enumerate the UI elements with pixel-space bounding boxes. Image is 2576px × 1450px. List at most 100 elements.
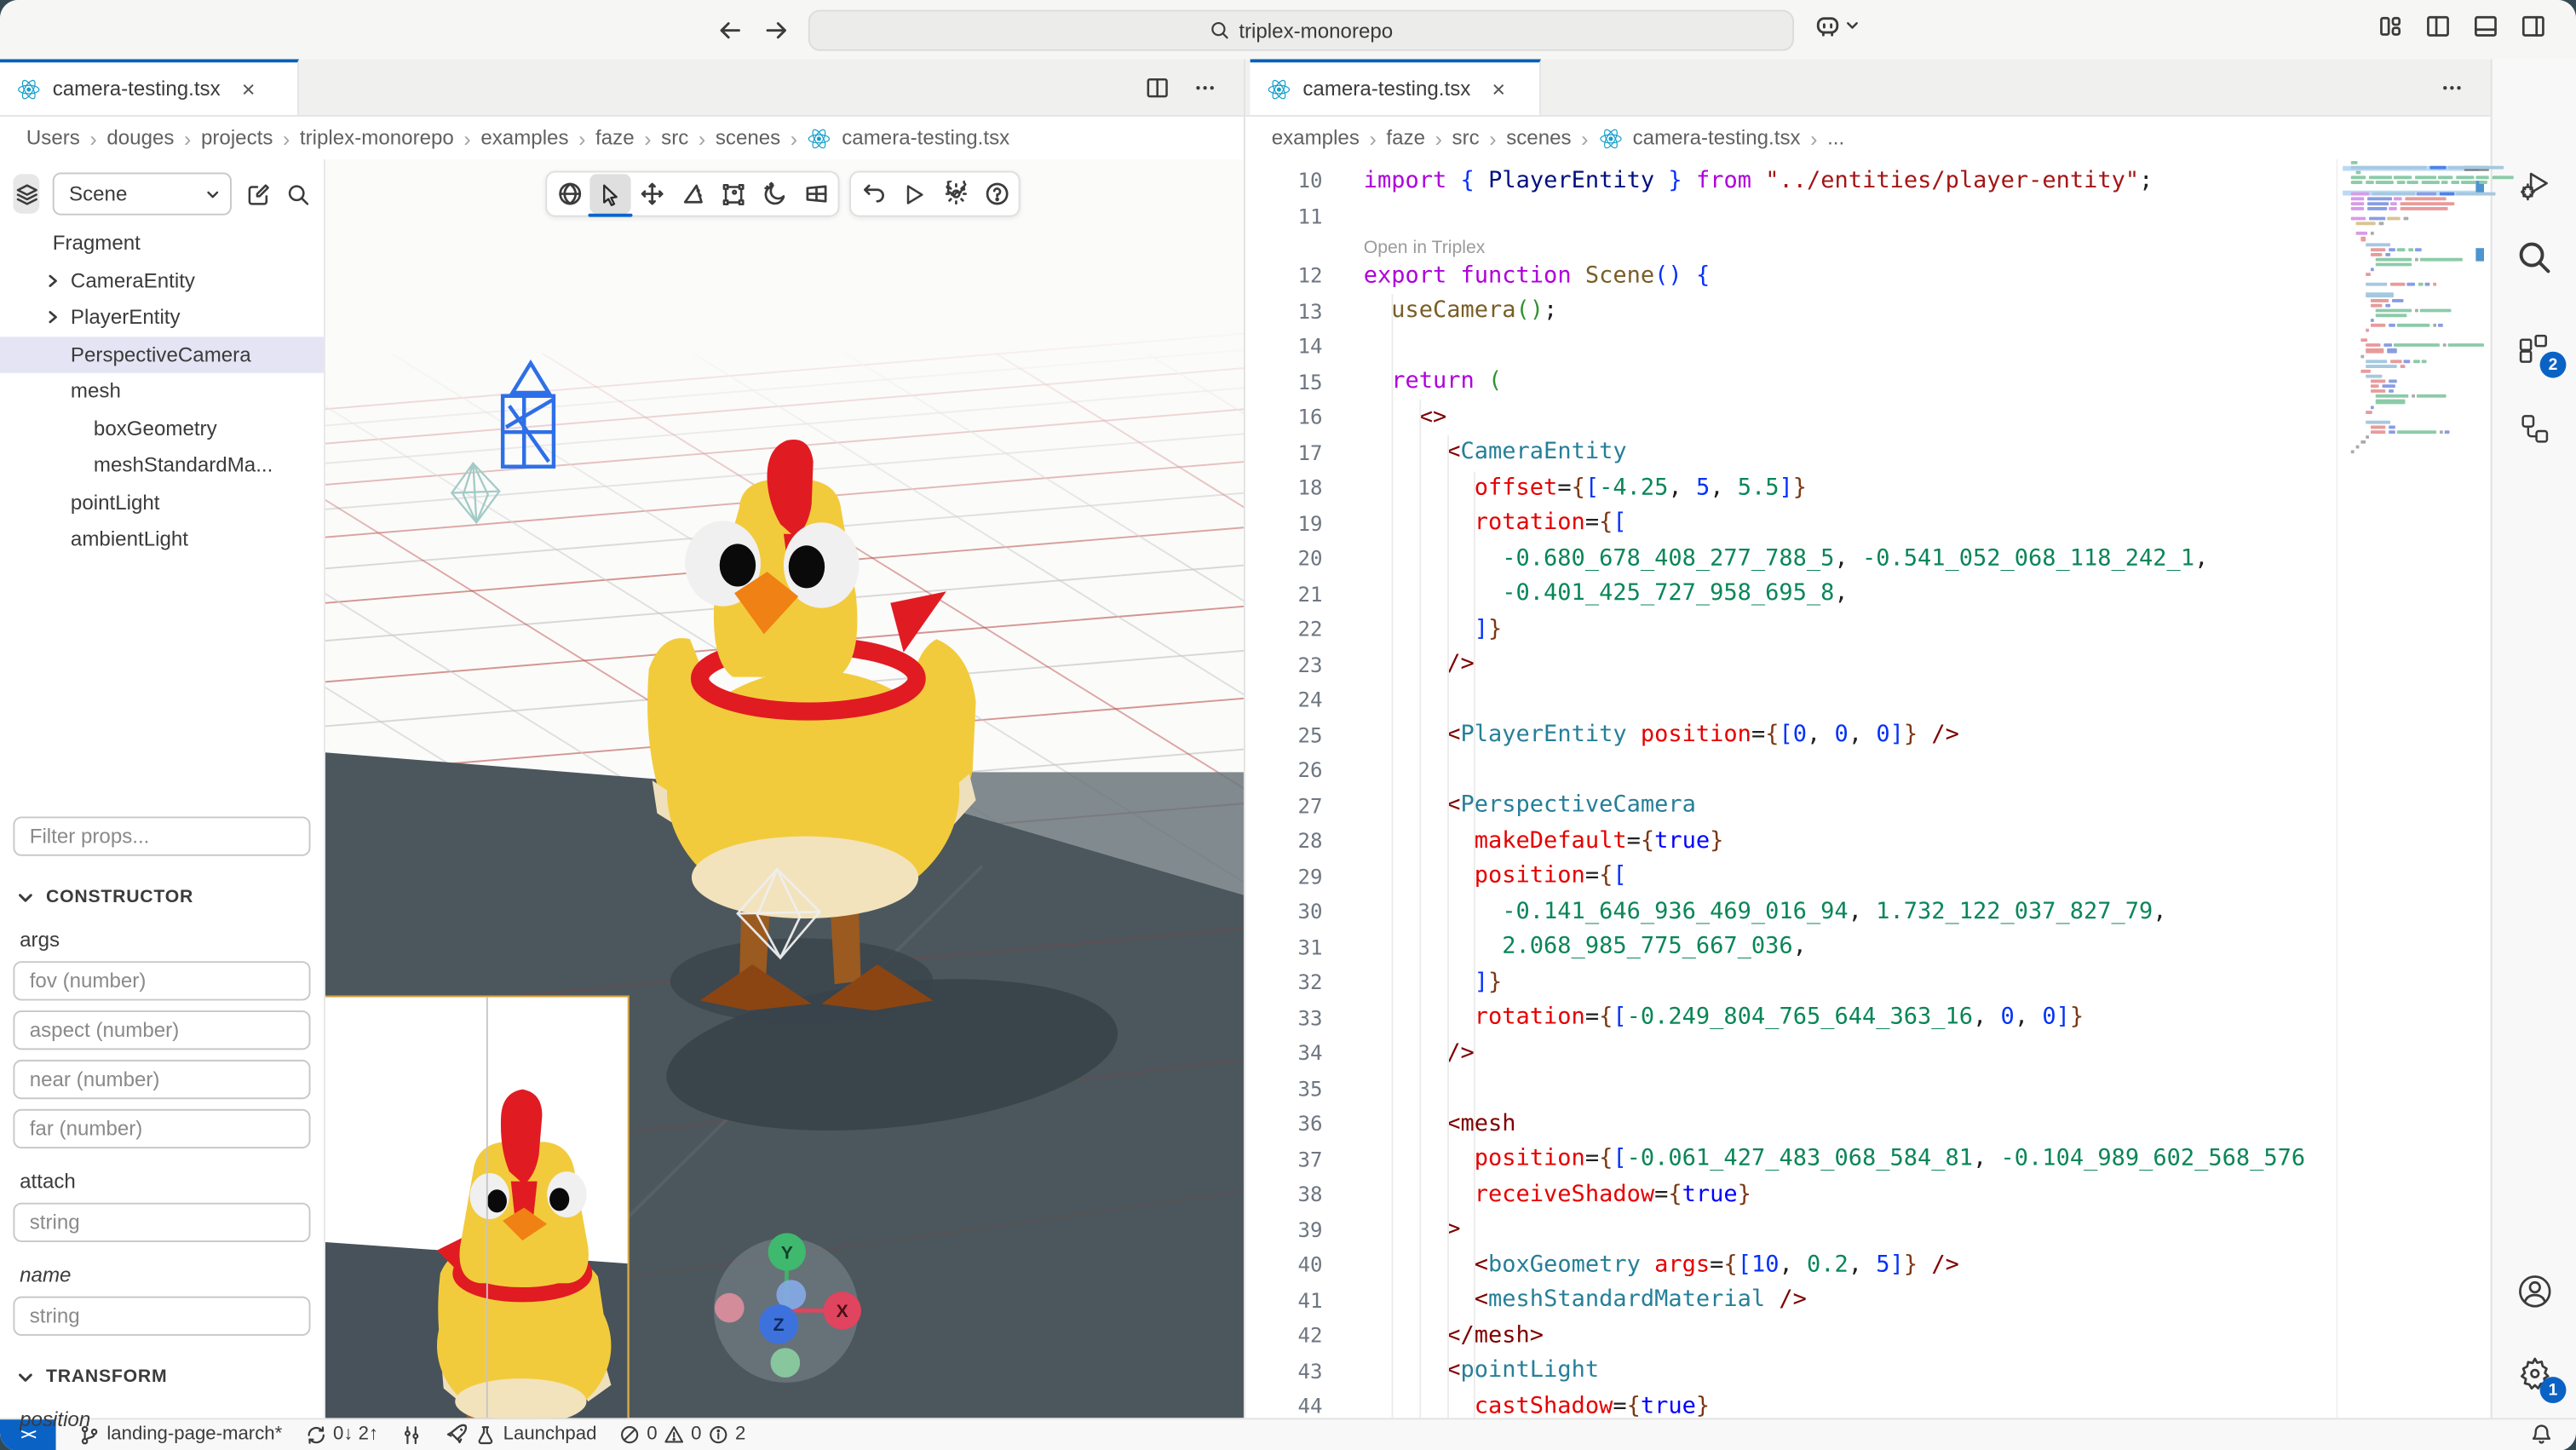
code-line[interactable]: 41 <meshStandardMaterial /> xyxy=(1245,1282,2337,1317)
close-window-button[interactable] xyxy=(16,19,37,40)
breadcrumb-item[interactable]: faze xyxy=(1386,126,1425,149)
cursor-tool-button[interactable] xyxy=(589,174,630,213)
globe-tool-button[interactable] xyxy=(549,174,589,213)
problems-status[interactable]: 0 0 2 xyxy=(619,1424,745,1445)
tab-camera-testing-right[interactable]: camera-testing.tsx × xyxy=(1251,59,1541,115)
code-line[interactable]: 21 -0.401_425_727_958_695_8, xyxy=(1245,576,2337,611)
prop-input-fov[interactable]: fov (number) xyxy=(13,961,310,1000)
code-line[interactable]: 25 <PlayerEntity position={[0, 0, 0]} /> xyxy=(1245,717,2337,752)
minimize-window-button[interactable] xyxy=(49,19,71,40)
more-actions-icon[interactable] xyxy=(2440,75,2464,100)
breadcrumb-symbol[interactable]: ... xyxy=(1827,126,1844,149)
settings-button[interactable]: 1 xyxy=(2493,1341,2576,1407)
code-line[interactable]: 35 xyxy=(1245,1070,2337,1105)
code-line[interactable]: 32 ]} xyxy=(1245,964,2337,999)
moon-tool-button[interactable] xyxy=(754,174,795,213)
chevron-right-icon[interactable] xyxy=(44,309,60,325)
breadcrumb-item[interactable]: scenes xyxy=(1506,126,1571,149)
chevron-right-icon[interactable] xyxy=(44,273,60,289)
code-line[interactable]: 40 <boxGeometry args={[10, 0.2, 5]} /> xyxy=(1245,1247,2337,1282)
axis-neg-x-handle[interactable] xyxy=(715,1293,745,1323)
tree-item-fragment[interactable]: Fragment xyxy=(0,225,324,262)
prop-input-near[interactable]: near (number) xyxy=(13,1060,310,1099)
search-view-button[interactable] xyxy=(2493,223,2576,289)
props-section-header[interactable]: TRANSFORM xyxy=(16,1367,310,1387)
code-line[interactable]: 34 /> xyxy=(1245,1035,2337,1070)
props-section-header[interactable]: CONSTRUCTOR xyxy=(16,887,310,906)
code-line[interactable]: 22 ]} xyxy=(1245,611,2337,646)
close-tab-icon[interactable]: × xyxy=(242,76,256,102)
more-actions-icon[interactable] xyxy=(1193,75,1217,100)
close-tab-icon[interactable]: × xyxy=(1492,76,1505,102)
hierarchy-view-button[interactable] xyxy=(2493,396,2576,462)
breadcrumb-item[interactable]: src xyxy=(661,126,688,149)
scale-tool-button[interactable] xyxy=(713,174,754,213)
tree-item-playerentity[interactable]: PlayerEntity xyxy=(0,299,324,336)
extensions-button[interactable]: 2 xyxy=(2493,315,2576,381)
breadcrumb-item[interactable]: examples xyxy=(480,126,568,149)
edit-scene-button[interactable] xyxy=(244,174,271,213)
code-line[interactable]: 11 xyxy=(1245,198,2337,233)
code-line[interactable]: 27 <PerspectiveCamera xyxy=(1245,788,2337,823)
split-editor-icon[interactable] xyxy=(1145,75,1170,100)
tree-item-boxgeometry[interactable]: boxGeometry xyxy=(0,410,324,446)
code-line[interactable]: 33 rotation={[-0.249_804_765_644_363_16,… xyxy=(1245,1000,2337,1035)
tab-camera-testing-left[interactable]: camera-testing.tsx × xyxy=(0,59,299,115)
launchpad-status[interactable]: Launchpad xyxy=(446,1423,596,1446)
code-line[interactable]: 26 xyxy=(1245,752,2337,787)
code-line[interactable]: 28 makeDefault={true} xyxy=(1245,823,2337,858)
code-line[interactable]: 39 > xyxy=(1245,1211,2337,1246)
pipeline-status[interactable] xyxy=(401,1424,423,1445)
3d-viewport[interactable]: Y X Z xyxy=(325,159,1244,1417)
code-line[interactable]: 23 /> xyxy=(1245,647,2337,682)
scene-select[interactable]: Scene xyxy=(53,172,232,215)
search-input[interactable]: triplex-monorepo xyxy=(808,10,1794,51)
code-line[interactable]: 10import { PlayerEntity } from "../entit… xyxy=(1245,163,2337,198)
account-button[interactable] xyxy=(2493,1258,2576,1324)
code-line[interactable]: 44 castShadow={true} xyxy=(1245,1389,2337,1418)
tree-item-pointlight[interactable]: pointLight xyxy=(0,484,324,521)
tree-item-cameraentity[interactable]: CameraEntity xyxy=(0,262,324,299)
sidebar-right-icon[interactable] xyxy=(2520,13,2546,39)
codelens-open-in-triplex[interactable]: Open in Triplex xyxy=(1245,233,2337,258)
breadcrumb-item[interactable]: douges xyxy=(106,126,174,149)
run-and-debug-button[interactable] xyxy=(2493,151,2576,216)
tree-item-meshstandardma[interactable]: meshStandardMa... xyxy=(0,447,324,484)
axis-neg-y-handle[interactable] xyxy=(770,1348,800,1378)
breadcrumb-file[interactable]: camera-testing.tsx xyxy=(842,126,1009,149)
breadcrumb-item[interactable]: src xyxy=(1452,126,1480,149)
code-line[interactable]: 19 rotation={[ xyxy=(1245,505,2337,540)
code-line[interactable]: 20 -0.680_678_408_277_788_5, -0.541_052_… xyxy=(1245,540,2337,575)
code-line[interactable]: 16 <> xyxy=(1245,400,2337,434)
code-area[interactable]: 10import { PlayerEntity } from "../entit… xyxy=(1245,159,2337,1417)
breadcrumb[interactable]: examples›faze›src›scenes›camera-testing.… xyxy=(1245,117,2491,159)
camera-preview[interactable] xyxy=(325,996,630,1418)
code-line[interactable]: 43 <pointLight xyxy=(1245,1353,2337,1388)
code-line[interactable]: 15 return ( xyxy=(1245,364,2337,399)
code-line[interactable]: 30 -0.141_646_936_469_016_94, 1.732_122_… xyxy=(1245,894,2337,929)
customize-layout-icon[interactable] xyxy=(2378,13,2404,39)
breadcrumb-file[interactable]: camera-testing.tsx xyxy=(1633,126,1801,149)
code-line[interactable]: 13 useCamera(); xyxy=(1245,293,2337,328)
grid-tool-button[interactable] xyxy=(795,174,836,213)
breadcrumb-item[interactable]: projects xyxy=(201,126,273,149)
panel-bottom-icon[interactable] xyxy=(2472,13,2498,39)
code-line[interactable]: 38 receiveShadow={true} xyxy=(1245,1177,2337,1211)
help-tool-button[interactable] xyxy=(976,174,1017,213)
prop-input-far[interactable]: far (number) xyxy=(13,1109,310,1148)
play-tool-button[interactable] xyxy=(894,174,934,213)
breadcrumb-item[interactable]: examples xyxy=(1272,126,1360,149)
tree-item-perspectivecamera[interactable]: PerspectiveCamera xyxy=(0,336,324,372)
prop-input-aspect[interactable]: aspect (number) xyxy=(13,1010,310,1050)
layers-button[interactable] xyxy=(13,174,39,213)
breadcrumb-item[interactable]: triplex-monorepo xyxy=(300,126,454,149)
search-scene-button[interactable] xyxy=(285,174,311,213)
split-editor-left-icon[interactable] xyxy=(2425,13,2452,39)
breadcrumb[interactable]: Users›douges›projects›triplex-monorepo›e… xyxy=(0,117,1244,159)
notifications-button[interactable] xyxy=(2530,1423,2553,1446)
code-line[interactable]: 14 xyxy=(1245,329,2337,364)
forward-button[interactable] xyxy=(756,10,795,49)
code-line[interactable]: 37 position={[-0.061_427_483_068_584_81,… xyxy=(1245,1141,2337,1176)
prop-input-string[interactable]: string xyxy=(13,1297,310,1336)
code-line[interactable]: 17 <CameraEntity xyxy=(1245,434,2337,469)
